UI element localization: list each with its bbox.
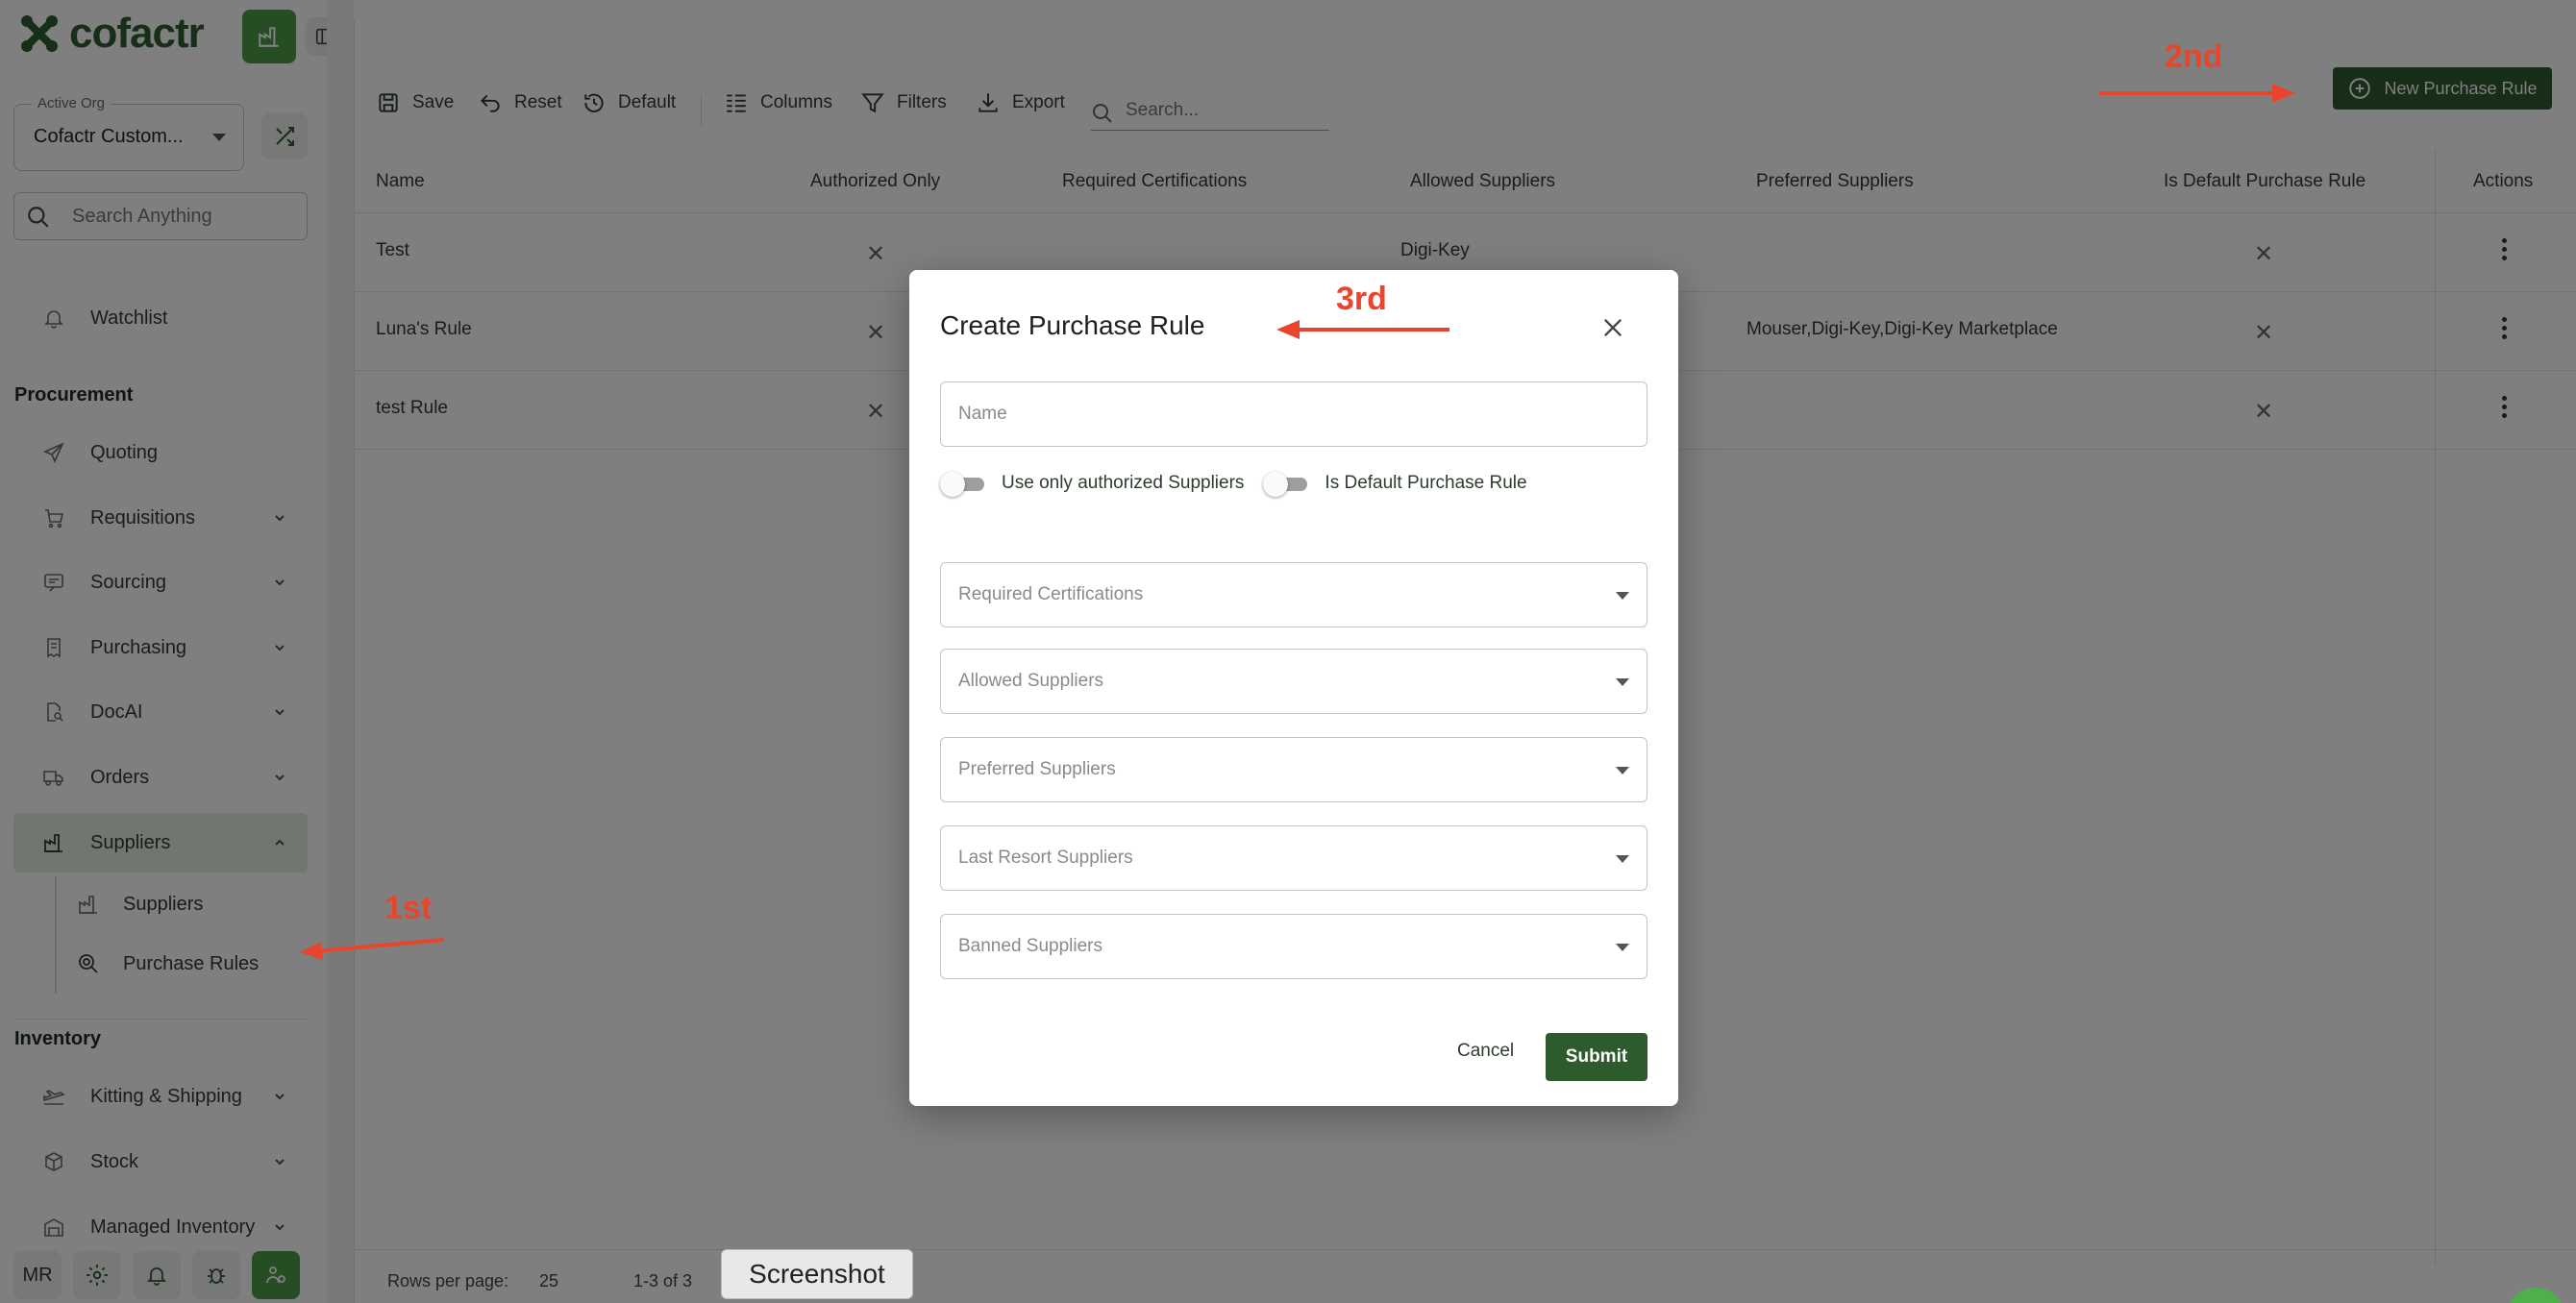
screenshot-tooltip: Screenshot	[721, 1249, 913, 1299]
annotation-arrow-1st	[300, 938, 445, 960]
annotation-arrow-3rd	[1276, 320, 1449, 339]
annotation-arrow-2nd	[2099, 84, 2295, 103]
annotation-arrows	[300, 84, 2295, 960]
annotation-label-1st: 1st	[384, 890, 433, 926]
annotation-label-2nd: 2nd	[2165, 38, 2223, 75]
annotation-label-3rd: 3rd	[1336, 281, 1387, 317]
